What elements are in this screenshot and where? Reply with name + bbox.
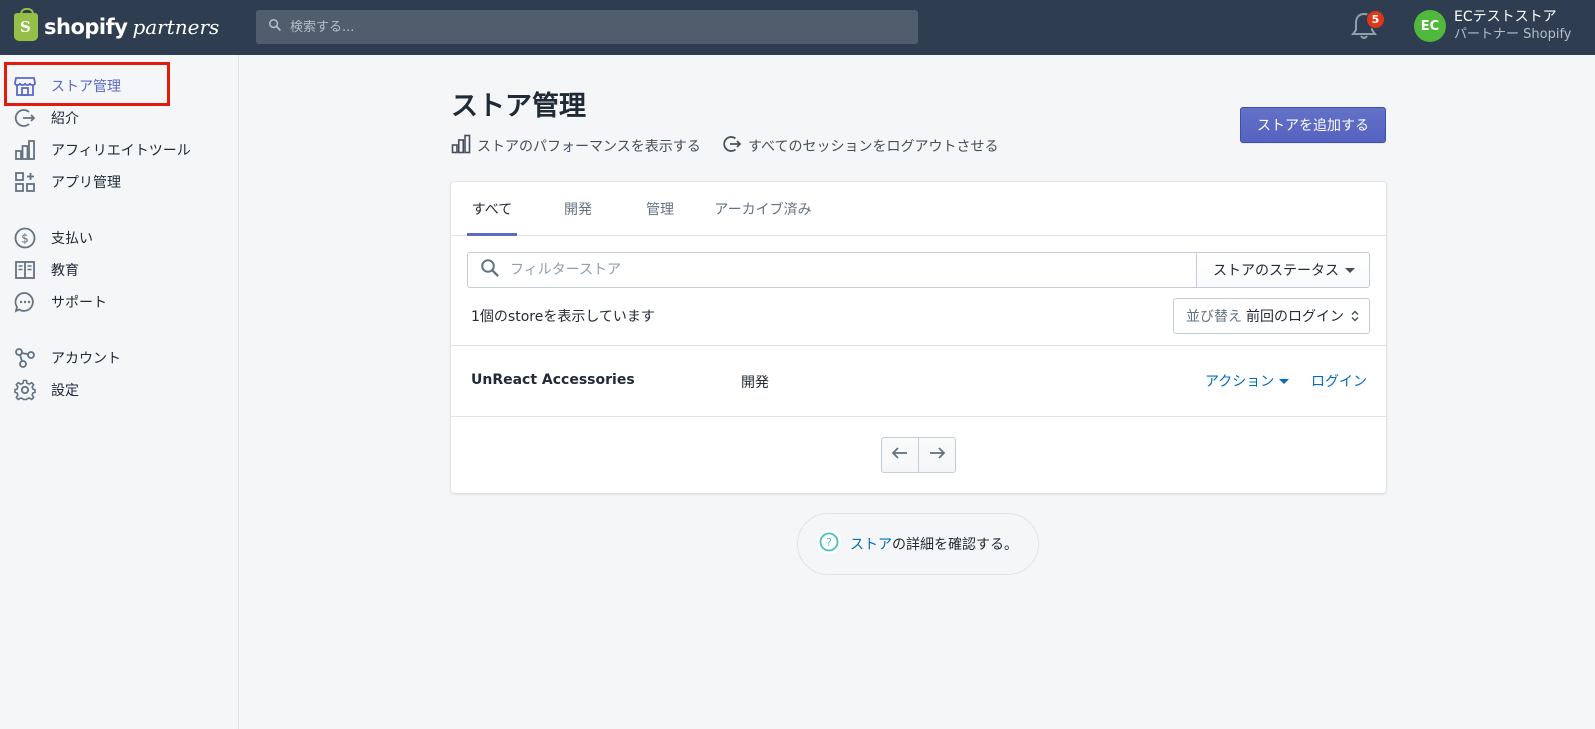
- divider: [451, 416, 1386, 417]
- store-name: UnReact Accessories: [471, 372, 635, 388]
- add-store-button[interactable]: ストアを追加する: [1240, 107, 1386, 143]
- select-arrows-icon: [1351, 310, 1359, 322]
- bar-chart-icon: [14, 139, 36, 161]
- tab-all[interactable]: すべて: [467, 182, 517, 236]
- search-input[interactable]: [290, 19, 890, 35]
- stores-card: すべて 開発 管理 アーカイブ済み ストアのステータス 1個のstoreを表示し…: [451, 182, 1386, 493]
- store-actions-label: アクション: [1205, 374, 1275, 390]
- tab-development[interactable]: 開発: [555, 182, 601, 236]
- user-name: ECテストストア: [1454, 9, 1557, 25]
- view-performance-link[interactable]: ストアのパフォーマンスを表示する: [451, 134, 701, 158]
- search-icon: [480, 258, 500, 282]
- account-icon: [14, 347, 36, 369]
- store-count-text: 1個のstoreを表示しています: [471, 309, 655, 325]
- filter-stores-input[interactable]: [510, 262, 1190, 278]
- sidebar-item-label: 教育: [51, 263, 79, 279]
- logo-text: shopify: [44, 15, 128, 39]
- store-login-link[interactable]: ログイン: [1311, 371, 1367, 391]
- dollar-icon: $: [14, 227, 36, 249]
- user-role: パートナー Shopify: [1454, 27, 1572, 42]
- question-circle-icon: ?: [816, 529, 850, 559]
- notification-badge: 5: [1366, 10, 1385, 29]
- sidebar-item-label: アフィリエイトツール: [51, 143, 191, 159]
- search-icon: [268, 18, 282, 36]
- sidebar-item-support[interactable]: サポート: [14, 289, 107, 315]
- sort-label: 並び替え: [1186, 309, 1242, 325]
- sidebar-item-apps[interactable]: アプリ管理: [14, 169, 121, 195]
- sidebar-item-label: 紹介: [51, 111, 79, 127]
- logout-all-sessions-link[interactable]: すべてのセッションをログアウトさせる: [722, 134, 998, 158]
- book-icon: [14, 259, 36, 281]
- arrow-right-icon: [927, 443, 947, 467]
- apps-icon: [14, 171, 36, 193]
- sidebar-item-label: アプリ管理: [51, 175, 121, 191]
- previous-page-button[interactable]: [881, 437, 919, 473]
- store-tabs: すべて 開発 管理 アーカイブ済み: [451, 182, 1386, 236]
- tab-archived[interactable]: アーカイブ済み: [711, 182, 815, 236]
- sort-select[interactable]: 並び替え 前回のログイン: [1173, 298, 1370, 334]
- tab-managed[interactable]: 管理: [637, 182, 683, 236]
- user-menu[interactable]: EC ECテストストア パートナー Shopify: [1414, 9, 1571, 43]
- sidebar-item-affiliate-tools[interactable]: アフィリエイトツール: [14, 137, 191, 163]
- next-page-button[interactable]: [918, 437, 956, 473]
- referral-icon: [14, 107, 36, 129]
- svg-text:?: ?: [826, 536, 832, 549]
- sidebar-item-payments[interactable]: $ 支払い: [14, 225, 93, 251]
- logout-icon: [722, 134, 748, 158]
- sidebar-item-account[interactable]: アカウント: [14, 345, 121, 371]
- sidebar-item-label: 設定: [51, 383, 79, 399]
- divider: [451, 345, 1386, 346]
- logo-subtext: partners: [132, 15, 220, 39]
- view-performance-label: ストアのパフォーマンスを表示する: [477, 139, 701, 155]
- highlight-box: [4, 62, 170, 106]
- sidebar-item-label: 支払い: [51, 231, 93, 247]
- store-actions-dropdown[interactable]: アクション: [1205, 371, 1290, 391]
- arrow-left-icon: [890, 443, 910, 467]
- learn-more-stores-link[interactable]: ストア: [850, 534, 892, 554]
- avatar: EC: [1414, 10, 1446, 42]
- store-type: 開発: [741, 375, 769, 391]
- sidebar-item-label: サポート: [51, 295, 107, 311]
- sidebar-item-label: アカウント: [51, 351, 121, 367]
- store-status-dropdown[interactable]: ストアのステータス: [1196, 252, 1370, 288]
- sidebar-item-referrals[interactable]: 紹介: [14, 105, 79, 131]
- top-bar: shopify partners 5 EC ECテストストア パートナー Sho…: [0, 0, 1595, 55]
- shopify-bag-icon: [14, 8, 38, 41]
- help-footer: ? ストア の詳細を確認する。: [797, 513, 1039, 575]
- shopify-partners-logo[interactable]: shopify partners: [14, 8, 220, 42]
- sidebar-item-education[interactable]: 教育: [14, 257, 79, 283]
- help-text: の詳細を確認する。: [892, 537, 1018, 553]
- page-title: ストア管理: [451, 91, 586, 122]
- caret-down-icon: [1279, 378, 1290, 384]
- logout-all-sessions-label: すべてのセッションをログアウトさせる: [748, 139, 999, 155]
- store-status-label: ストアのステータス: [1213, 263, 1339, 279]
- bar-chart-icon: [451, 134, 477, 158]
- gear-icon: [14, 379, 36, 401]
- caret-down-icon: [1345, 268, 1355, 273]
- chat-icon: [14, 291, 36, 313]
- global-search[interactable]: [256, 10, 918, 44]
- filter-stores-field[interactable]: [467, 252, 1197, 288]
- sidebar-item-settings[interactable]: 設定: [14, 377, 79, 403]
- sort-value: 前回のログイン: [1246, 309, 1344, 325]
- svg-text:$: $: [21, 232, 29, 246]
